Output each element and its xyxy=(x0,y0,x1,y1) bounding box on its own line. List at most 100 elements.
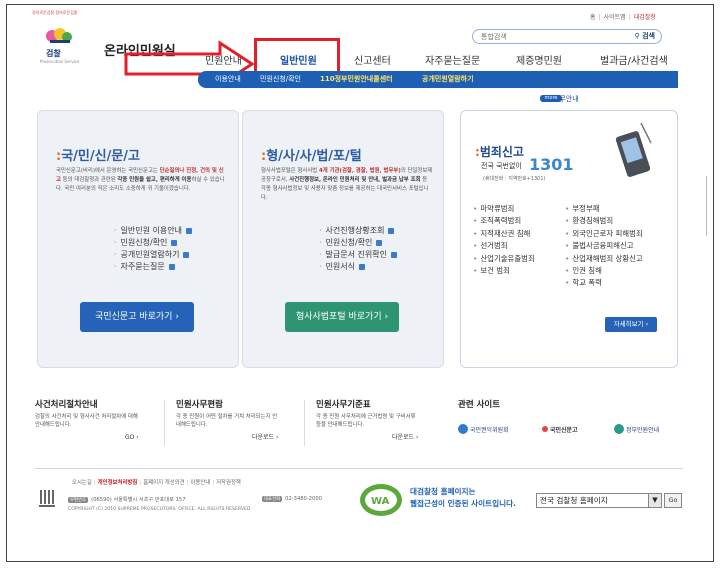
footer-logo-icon xyxy=(39,490,55,507)
nav-report-center[interactable]: 신고센터 xyxy=(354,52,391,67)
crime-report-note: (휴대전화 : 지역번호+1301) xyxy=(483,176,546,182)
search-button[interactable]: ⚲ 검색 xyxy=(635,31,655,41)
nav-fine-search[interactable]: 벌과금/사건검색 xyxy=(600,52,668,67)
crime-report-number: 1301 xyxy=(529,155,574,174)
case-procedure-block: 사건처리절차안내 검찰의 사건처리 및 형사사건 처리절차에 대해 안내해드립니… xyxy=(35,398,139,441)
go-icon xyxy=(168,263,175,270)
search-input[interactable] xyxy=(473,30,623,43)
related-site-sinmungo[interactable]: 국민신문고 xyxy=(542,416,578,442)
sinmungo-logo-icon xyxy=(542,426,548,432)
home-link[interactable]: 홈 xyxy=(590,14,596,21)
prosecution-logo[interactable]: 정의로운검찰 정의로운검찰 검찰 Prosecution Service xyxy=(32,10,86,64)
subnav-110-callcenter[interactable]: 110정부민원안내콜센터 xyxy=(320,74,393,84)
panel-criminal-portal-list: · 사건진행상황조회 · 민원신청/확인 · 발급문서 진위확인 · 민원서식 xyxy=(319,225,397,273)
sinmungo-shortcut-button[interactable]: 국민신문고 바로가기 › xyxy=(80,302,194,332)
panel-sinmungo-desc: 국민신문고(비리)에서 운영하는 국민신문고는 단순질의나 진정, 건의 및 신… xyxy=(56,168,225,192)
go-icon xyxy=(359,263,365,270)
list-item[interactable]: · 민원신청/확인 xyxy=(114,237,192,249)
footer-link-privacy[interactable]: 개인정보처리방침 xyxy=(98,480,138,486)
mobile-phone-icon xyxy=(615,122,652,177)
scrollbar-edge[interactable] xyxy=(706,176,712,236)
divider xyxy=(304,400,305,446)
case-procedure-title: 사건처리절차안내 xyxy=(35,400,98,410)
sub-navigation: 이용안내 민원신청/확인 110정부민원안내콜센터 공개민원열람하기 xyxy=(198,71,678,88)
footer-copyright: COPYRIGHT (C) 2010 SUPREME PROSECUTORS' … xyxy=(68,507,251,512)
panel-sinmungo: :국/민/신/문/고 국민신문고(비리)에서 운영하는 국민신문고는 단순질의나… xyxy=(37,110,239,368)
logo-name: 검찰 xyxy=(46,49,61,58)
crime-report-detail-button[interactable]: 자세히보기 › xyxy=(605,317,657,332)
list-item[interactable]: • 인권 침해 xyxy=(565,265,643,277)
list-item[interactable]: · 민원신청/확인 xyxy=(319,237,397,249)
list-item[interactable]: • 산업재해범죄 상황신고 xyxy=(565,253,643,265)
subnav-apply-check[interactable]: 민원신청/확인 xyxy=(260,74,301,84)
panel-crime-report: :범죄신고 전국 국번없이 1301 (휴대전화 : 지역번호+1301) • 마… xyxy=(460,110,678,368)
logo-ring-text: 정의로운검찰 정의로운검찰 xyxy=(32,10,78,15)
complaint-standard-block: 민원사무기준표 각 종 민원 사무처리에 근거법령 및 구비서류 등을 안내해드… xyxy=(316,398,420,441)
list-item[interactable]: • 선거범죄 xyxy=(473,240,535,252)
sitemap-link[interactable]: 사이트맵 xyxy=(604,14,626,21)
footer-link-directions[interactable]: 오시는길 xyxy=(72,480,92,486)
complaint-handbook-title: 민원사무편람 xyxy=(176,400,223,410)
search-box: ⚲ 검색 xyxy=(472,29,662,44)
list-item[interactable]: · 공개민원열람하기 xyxy=(114,249,192,261)
list-item[interactable]: · 일반민원 이용안내 xyxy=(114,225,192,237)
list-item[interactable]: • 외국인근로자 피해범죄 xyxy=(565,228,643,240)
crime-report-title: :범죄신고 xyxy=(475,145,524,159)
section-label: 민원사무안내 more xyxy=(540,94,680,104)
criminal-portal-shortcut-button[interactable]: 형사사법포털 바로가기 › xyxy=(285,302,399,332)
complaint-standard-download-link[interactable]: 다운로드 › xyxy=(392,432,418,441)
complaint-handbook-block: 민원사무편람 각 종 민원이 어떤 절차를 거쳐 처리되는지 안내해드립니다. … xyxy=(176,398,280,441)
case-procedure-desc: 검찰의 사건처리 및 형사사건 처리절차에 대해 안내해드립니다. xyxy=(35,414,138,428)
footer-link-feedback[interactable]: 홈페이지 개선의견 xyxy=(143,480,184,486)
footer-phone: 대표전화 02-3480-2000 xyxy=(262,496,322,502)
list-item[interactable]: • 조직폭력범죄 xyxy=(473,215,535,227)
list-item[interactable]: · 자주묻는질문 xyxy=(114,261,192,273)
list-item[interactable]: · 민원서식 xyxy=(319,261,397,273)
list-item[interactable]: • 불법사금융피해신고 xyxy=(565,240,643,252)
subnav-usage[interactable]: 이용안내 xyxy=(215,74,241,84)
footer-link-copyright-policy[interactable]: 저작권정책 xyxy=(216,480,241,486)
crime-report-sub: 전국 국번없이 xyxy=(481,162,522,170)
related-sites-title: 관련 사이트 xyxy=(458,400,501,410)
search-icon: ⚲ xyxy=(634,32,640,40)
footer-address: 우편번호 (06590) 서울특별시 서초구 반포대로 157 xyxy=(68,497,186,503)
list-item[interactable]: • 보건 범죄 xyxy=(473,265,535,277)
list-item[interactable]: • 지적재산권 침해 xyxy=(473,228,535,240)
related-site-gov-guide[interactable]: 정부민원안내 xyxy=(614,416,659,442)
gov-guide-logo-icon xyxy=(614,424,624,434)
go-icon xyxy=(183,251,190,258)
crime-category-list-a: • 마약류범죄 • 조직폭력범죄 • 지적재산권 침해 • 선거범죄 • 산업기술유출범죄… xyxy=(473,203,535,277)
subnav-public-complaints[interactable]: 공개민원열람하기 xyxy=(422,74,474,84)
related-site-acrc[interactable]: 국민권익위원회 xyxy=(458,416,509,442)
go-icon xyxy=(376,239,383,246)
complaint-handbook-download-link[interactable]: 다운로드 › xyxy=(252,432,278,441)
select-go-button[interactable]: Go xyxy=(664,493,682,508)
go-icon xyxy=(171,239,178,246)
web-accessibility-text: 대검찰청 홈페이지는 웹접근성이 인증된 사이트입니다. xyxy=(410,487,516,508)
prosecution-office-select[interactable]: 전국 검찰청 홈페이지 ▼ xyxy=(536,493,662,508)
list-item[interactable]: • 환경침해범죄 xyxy=(565,215,643,227)
footer-link-usage[interactable]: 이용안내 xyxy=(190,480,210,486)
nav-certificate[interactable]: 제증명민원 xyxy=(516,52,562,67)
panel-criminal-portal-desc: 형사사법포털은 형사사법 4개 기관(검찰, 경찰, 법원, 법무부)의 단일정… xyxy=(261,168,433,201)
panel-sinmungo-list: · 일반민원 이용안내 · 민원신청/확인 · 공개민원열람하기 · 자주묻는질문 xyxy=(114,225,192,273)
related-sites-block: 관련 사이트 xyxy=(458,398,500,410)
list-item[interactable]: • 학교 폭력 xyxy=(565,277,643,289)
logo-flower-icon xyxy=(46,28,72,43)
case-procedure-go-link[interactable]: GO › xyxy=(125,434,139,441)
list-item[interactable]: · 발급문서 진위확인 xyxy=(319,249,397,261)
list-item[interactable]: • 산업기술유출범죄 xyxy=(473,253,535,265)
main-site-link[interactable]: 대검찰청 xyxy=(634,14,656,21)
go-icon xyxy=(185,227,192,234)
list-item[interactable]: • 부정부패 xyxy=(565,203,643,215)
list-item[interactable]: · 사건진행상황조회 xyxy=(319,225,397,237)
list-item[interactable]: • 마약류범죄 xyxy=(473,203,535,215)
section-more-button[interactable]: more xyxy=(540,95,562,102)
logo-subtitle: Prosecution Service xyxy=(40,59,80,64)
footer-links: 오시는길 | 개인정보처리방침 | 홈페이지 개선의견 | 이용안내 | 저작권정책 xyxy=(72,480,241,486)
complaint-standard-title: 민원사무기준표 xyxy=(316,400,371,410)
go-icon xyxy=(388,227,395,234)
nav-faq[interactable]: 자주묻는질문 xyxy=(425,52,480,67)
related-sites-list: 국민권익위원회 국민신문고 정부민원안내 xyxy=(458,416,682,446)
web-accessibility-badge-icon: WA xyxy=(360,484,402,516)
